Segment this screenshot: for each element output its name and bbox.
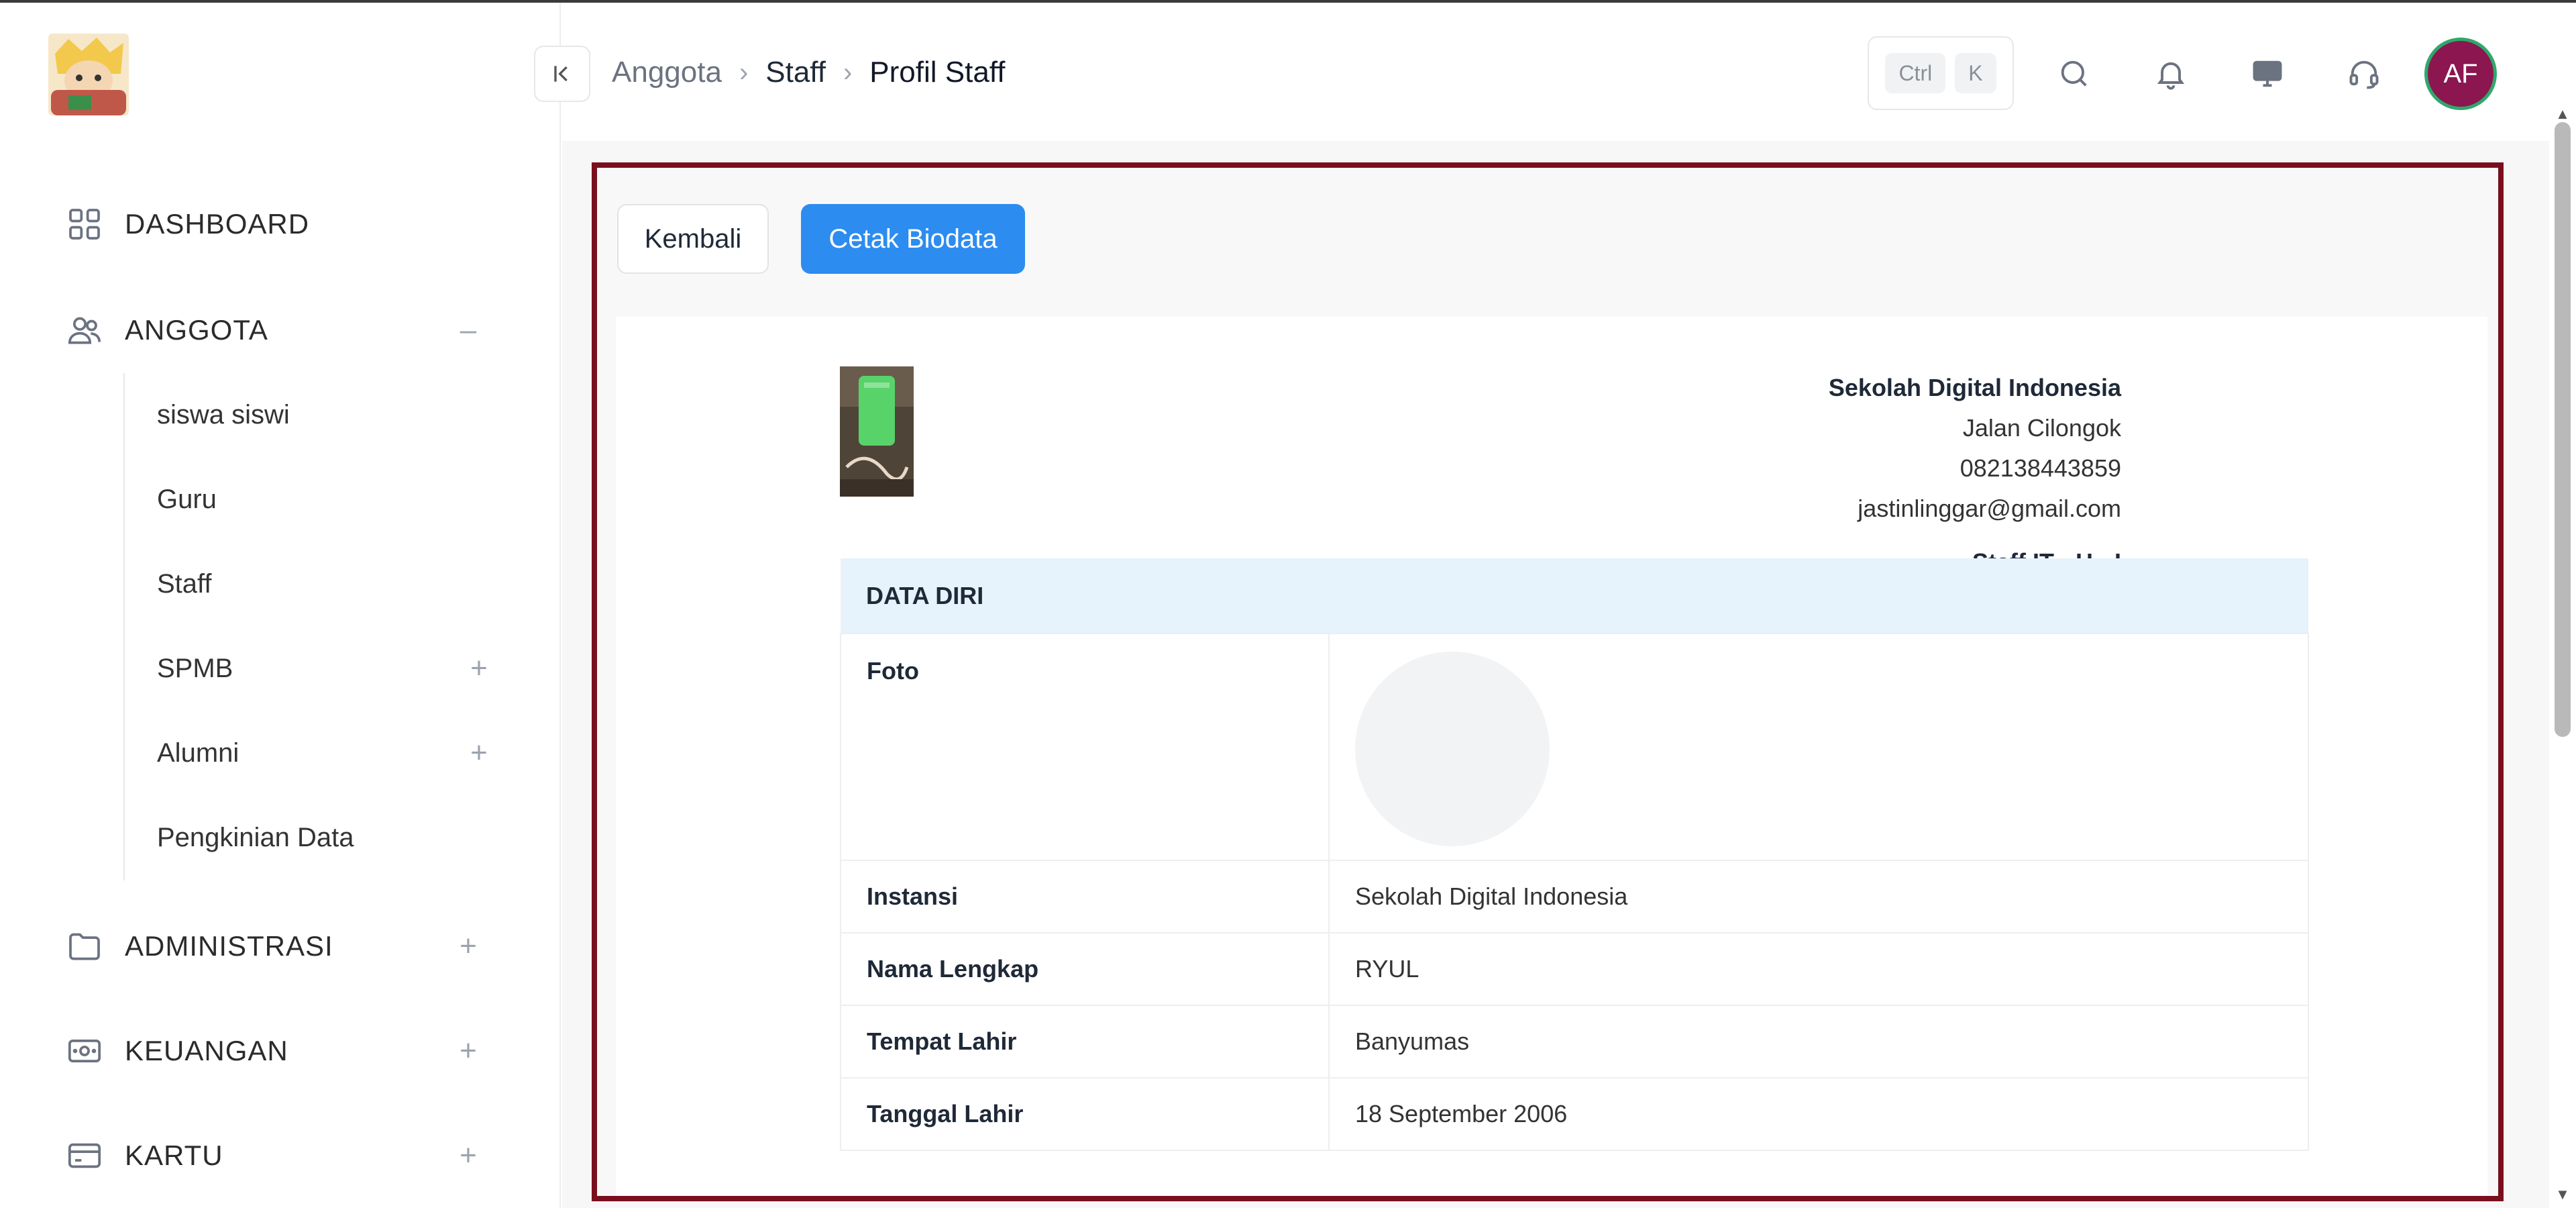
table-row: Tempat Lahir Banyumas xyxy=(840,1005,2309,1078)
sidebar-item-anggota[interactable]: ANGGOTA – xyxy=(64,303,494,357)
sidebar-subitem-siswa[interactable]: siswa siswi xyxy=(157,388,506,442)
row-value: Sekolah Digital Indonesia xyxy=(1328,860,2309,934)
highlight-frame: Kembali Cetak Biodata Sekolah Digital In… xyxy=(592,162,2504,1201)
expand-plus-icon[interactable]: + xyxy=(464,654,494,683)
row-label: Foto xyxy=(840,633,1330,861)
row-label: Nama Lengkap xyxy=(840,932,1330,1006)
collapse-sidebar-button[interactable] xyxy=(534,46,590,102)
expand-plus-icon[interactable]: + xyxy=(453,932,483,961)
scrollbar-thumb[interactable] xyxy=(2555,122,2571,737)
profile-photo-thumbnail xyxy=(840,366,914,497)
table-row: Nama Lengkap RYUL xyxy=(840,932,2309,1006)
scroll-up-arrow-icon[interactable]: ▲ xyxy=(2555,106,2571,122)
sidebar-item-label: ANGGOTA xyxy=(125,314,268,346)
sidebar-subitem-pengkinian[interactable]: Pengkinian Data xyxy=(157,811,506,864)
biodata-document: Sekolah Digital Indonesia Jalan Cilongok… xyxy=(616,317,2487,1196)
bell-icon[interactable] xyxy=(2144,47,2198,101)
users-icon xyxy=(64,310,105,350)
expand-plus-icon[interactable]: + xyxy=(453,1141,483,1170)
data-diri-table: DATA DIRI Foto Instansi Sekolah Digital … xyxy=(840,558,2309,1151)
kbd-k: K xyxy=(1955,53,1996,93)
sidebar-subitem-label: Staff xyxy=(157,568,212,599)
breadcrumb: Anggota › Staff › Profil Staff xyxy=(612,52,1005,93)
headset-icon[interactable] xyxy=(2337,47,2391,101)
back-button[interactable]: Kembali xyxy=(617,204,769,274)
table-row: Tanggal Lahir 18 September 2006 xyxy=(840,1077,2309,1151)
sidebar-item-kartu[interactable]: KARTU + xyxy=(64,1129,494,1182)
sidebar-item-label: KARTU xyxy=(125,1140,223,1171)
org-email: jastinlinggar@gmail.com xyxy=(1858,495,2121,522)
sidebar-subitem-label: Alumni xyxy=(157,738,239,768)
cash-icon xyxy=(64,1031,105,1071)
monitor-icon[interactable] xyxy=(2241,47,2294,101)
sidebar-subitem-alumni[interactable]: Alumni + xyxy=(157,726,506,780)
table-section-header: DATA DIRI xyxy=(841,558,2308,634)
row-value: 18 September 2006 xyxy=(1328,1077,2309,1151)
print-biodata-button[interactable]: Cetak Biodata xyxy=(801,204,1025,274)
submenu-rail xyxy=(123,373,125,880)
org-phone: 082138443859 xyxy=(1960,454,2121,482)
collapse-toggle-icon[interactable]: – xyxy=(453,315,483,345)
org-address: Jalan Cilongok xyxy=(1962,414,2121,442)
sidebar-subitem-label: SPMB xyxy=(157,653,233,683)
folder-icon xyxy=(64,926,105,966)
sidebar-subitem-staff[interactable]: Staff xyxy=(157,557,506,611)
command-palette-shortcut[interactable]: Ctrl K xyxy=(1868,36,2014,110)
grid-icon xyxy=(64,204,105,244)
collapse-left-icon xyxy=(554,66,568,82)
breadcrumb-anggota[interactable]: Anggota xyxy=(612,56,722,89)
sidebar-item-label: ADMINISTRASI xyxy=(125,930,333,962)
breadcrumb-staff[interactable]: Staff xyxy=(765,56,826,89)
sidebar-item-administrasi[interactable]: ADMINISTRASI + xyxy=(64,919,494,973)
sidebar-item-label: DASHBOARD xyxy=(125,208,310,240)
row-label: Instansi xyxy=(840,860,1330,934)
sidebar: DASHBOARD ANGGOTA – siswa siswi Guru Sta… xyxy=(0,3,561,1208)
breadcrumb-current: Profil Staff xyxy=(869,56,1006,89)
app-logo[interactable] xyxy=(48,34,129,115)
user-avatar[interactable]: AF xyxy=(2424,38,2497,110)
row-label: Tanggal Lahir xyxy=(840,1077,1330,1151)
card-icon xyxy=(64,1136,105,1176)
row-value: RYUL xyxy=(1328,932,2309,1006)
sidebar-subitem-guru[interactable]: Guru xyxy=(157,472,506,526)
row-value-photo xyxy=(1328,633,2309,861)
vertical-scrollbar[interactable]: ▲ ▼ xyxy=(2549,106,2576,1208)
sidebar-item-label: KEUANGAN xyxy=(125,1035,288,1066)
row-label: Tempat Lahir xyxy=(840,1005,1330,1078)
chevron-right-icon: › xyxy=(843,57,853,87)
expand-plus-icon[interactable]: + xyxy=(453,1036,483,1066)
sidebar-subitem-spmb[interactable]: SPMB + xyxy=(157,642,506,695)
table-row: Foto xyxy=(840,633,2309,861)
sidebar-subitem-label: siswa siswi xyxy=(157,399,290,430)
kbd-ctrl: Ctrl xyxy=(1885,53,1946,93)
table-row: Instansi Sekolah Digital Indonesia xyxy=(840,860,2309,934)
sidebar-subitem-label: Pengkinian Data xyxy=(157,822,354,852)
sidebar-item-keuangan[interactable]: KEUANGAN + xyxy=(64,1024,494,1078)
chevron-right-icon: › xyxy=(739,57,749,87)
scroll-down-arrow-icon[interactable]: ▼ xyxy=(2555,1187,2571,1203)
row-value: Banyumas xyxy=(1328,1005,2309,1078)
sidebar-subitem-label: Guru xyxy=(157,484,217,514)
search-icon[interactable] xyxy=(2047,47,2101,101)
sidebar-item-dashboard[interactable]: DASHBOARD xyxy=(64,197,494,251)
organization-info: Sekolah Digital Indonesia Jalan Cilongok… xyxy=(1829,368,2121,583)
org-name: Sekolah Digital Indonesia xyxy=(1828,374,2121,401)
expand-plus-icon[interactable]: + xyxy=(464,738,494,768)
avatar-placeholder-circle xyxy=(1355,652,1550,846)
